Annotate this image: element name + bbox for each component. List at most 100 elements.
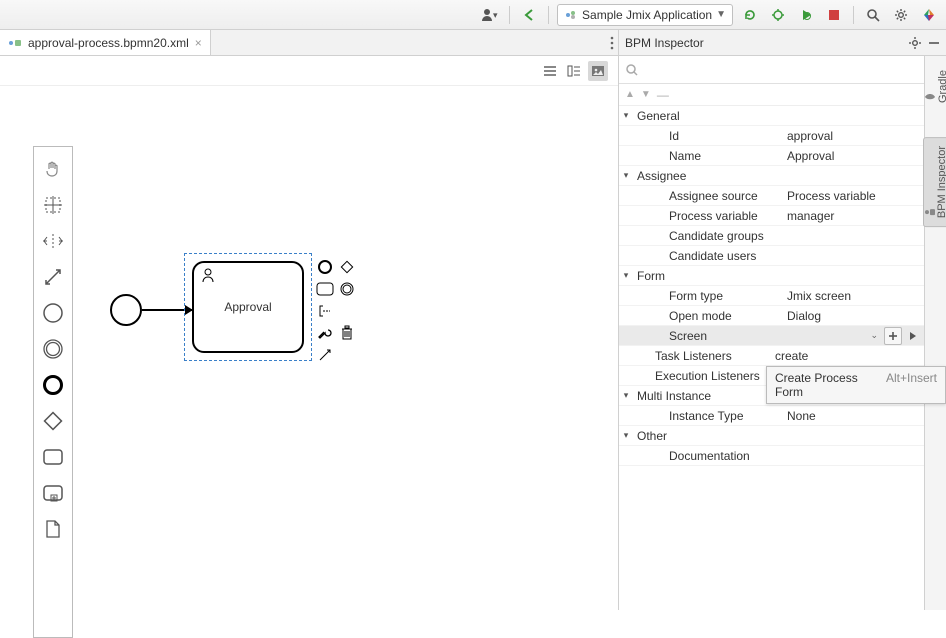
editor-area: Approval [0,56,618,610]
hand-tool[interactable] [38,154,68,184]
file-tab-label: approval-process.bpmn20.xml [28,36,189,50]
task-tool[interactable] [38,442,68,472]
run-config-label: Sample Jmix Application [582,8,712,22]
jmix-icon [564,8,578,22]
prop-name[interactable]: NameApproval [619,146,924,166]
element-palette [33,146,73,638]
view-diagram-button[interactable] [588,61,608,81]
expand-icon: ▾ [619,390,633,401]
search-icon [625,63,639,77]
connect-tool-pad[interactable] [316,346,334,364]
user-task-icon [200,267,216,283]
debug-button[interactable] [767,4,789,26]
bpm-inspector-icon [924,206,936,218]
expand-icon: ▾ [619,430,633,441]
right-tool-stripe: Gradle BPM Inspector [924,56,946,610]
group-other[interactable]: ▾Other [619,426,924,446]
context-pad [316,258,372,364]
prop-open-mode[interactable]: Open modeDialog [619,306,924,326]
nav-down-button[interactable]: ▼ [641,89,651,100]
annotation-tool[interactable] [316,302,334,320]
separator [853,6,854,24]
start-event-tool[interactable] [38,298,68,328]
group-assignee[interactable]: ▾Assignee [619,166,924,186]
group-task-listeners[interactable]: Task Listenerscreate [619,346,924,366]
bpm-inspector-tool-button[interactable]: BPM Inspector [923,137,946,227]
start-event-node[interactable] [110,294,142,326]
expand-icon: ▾ [619,270,633,281]
inspector-title: BPM Inspector [625,36,704,50]
bpmn-canvas[interactable]: Approval [0,86,618,610]
svg-text:▾: ▾ [493,10,498,20]
prop-candidate-users[interactable]: Candidate users [619,246,924,266]
nav-remove-button[interactable]: — [657,88,669,102]
end-event-tool[interactable] [38,370,68,400]
property-list: ▾General Idapproval NameApproval ▾Assign… [619,106,924,610]
append-task[interactable] [316,280,334,298]
stop-button[interactable] [823,4,845,26]
gradle-tool-button[interactable]: Gradle [923,62,946,111]
gateway-tool[interactable] [38,406,68,436]
inspector-nav-bar: ▲ ▼ — [619,84,924,106]
tooltip-create-process-form: Create Process Form Alt+Insert [766,366,946,404]
prop-documentation[interactable]: Documentation [619,446,924,466]
view-split-button[interactable] [564,61,584,81]
prop-screen[interactable]: Screen ⌄ [619,326,924,346]
chevron-down-icon: ▼ [716,9,726,20]
group-general[interactable]: ▾General [619,106,924,126]
tooltip-label: Create Process Form [775,371,878,399]
separator [509,6,510,24]
nav-up-button[interactable]: ▲ [625,89,635,100]
delete-tool[interactable] [338,324,356,342]
intermediate-event-tool[interactable] [38,334,68,364]
bpm-inspector-panel: ▲ ▼ — ▾General Idapproval NameApproval ▾… [618,56,924,610]
gradle-icon [923,89,937,103]
search-everywhere-button[interactable] [862,4,884,26]
file-tab[interactable]: approval-process.bpmn20.xml × [0,30,211,55]
expand-icon: ▾ [619,170,633,181]
user-task-node[interactable]: Approval [192,261,304,353]
prop-process-variable[interactable]: Process variablemanager [619,206,924,226]
add-screen-button[interactable] [884,327,902,345]
prop-form-type[interactable]: Form typeJmix screen [619,286,924,306]
inspector-search-input[interactable] [643,63,918,77]
prop-candidate-groups[interactable]: Candidate groups [619,226,924,246]
wrench-tool[interactable] [316,324,334,342]
inspector-header: BPM Inspector [618,30,946,55]
run-button[interactable] [795,4,817,26]
task-label: Approval [224,300,271,314]
editor-view-toolbar [0,56,618,86]
settings-button[interactable] [890,4,912,26]
inspector-search-row [619,56,924,84]
close-tab-button[interactable]: × [195,36,202,50]
append-end-event[interactable] [316,258,334,276]
inspector-minimize-button[interactable] [928,37,940,49]
back-button[interactable] [518,4,540,26]
prop-instance-type[interactable]: Instance TypeNone [619,406,924,426]
lasso-tool[interactable] [38,190,68,220]
append-intermediate-event[interactable] [338,280,356,298]
ide-logo-button[interactable] [918,4,940,26]
prop-id[interactable]: Idapproval [619,126,924,146]
space-tool[interactable] [38,226,68,256]
more-tabs-button[interactable] [610,36,614,50]
bpmn-file-icon [8,36,22,50]
expand-icon: ▾ [619,110,633,121]
append-gateway[interactable] [338,258,356,276]
screen-dropdown-chevron[interactable]: ⌄ [870,330,878,341]
group-form[interactable]: ▾Form [619,266,924,286]
run-configuration-dropdown[interactable]: Sample Jmix Application ▼ [557,4,733,26]
reload-button[interactable] [739,4,761,26]
view-list-button[interactable] [540,61,560,81]
goto-screen-button[interactable] [904,327,922,345]
tab-row: approval-process.bpmn20.xml × BPM Inspec… [0,30,946,56]
tooltip-shortcut: Alt+Insert [886,371,937,399]
main-toolbar: ▾ Sample Jmix Application ▼ [0,0,946,30]
inspector-settings-button[interactable] [908,36,922,50]
user-menu-button[interactable]: ▾ [479,4,501,26]
connect-tool[interactable] [38,262,68,292]
subprocess-tool[interactable] [38,478,68,508]
data-object-tool[interactable] [38,514,68,544]
prop-assignee-source[interactable]: Assignee sourceProcess variable [619,186,924,206]
separator [548,6,549,24]
